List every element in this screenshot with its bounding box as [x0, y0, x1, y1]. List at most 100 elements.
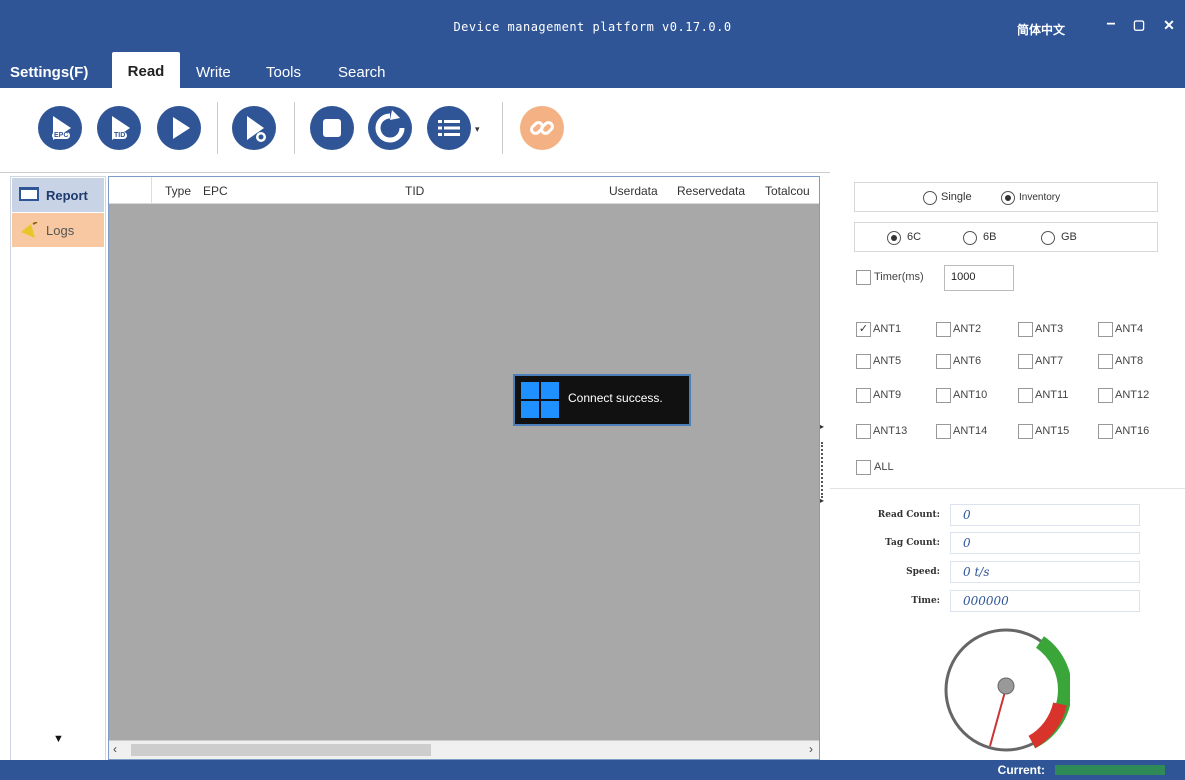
- menu-settings[interactable]: Settings(F): [10, 64, 88, 81]
- radio-gb-label: GB: [1061, 231, 1077, 243]
- splitter-arrow-icon[interactable]: ▸: [820, 496, 824, 505]
- col-totalcount[interactable]: Totalcou: [765, 184, 810, 198]
- col-userdata[interactable]: Userdata: [609, 184, 658, 198]
- antenna-checkbox-ant16[interactable]: [1098, 424, 1113, 439]
- radio-inventory[interactable]: [1001, 191, 1015, 205]
- timer-checkbox[interactable]: [856, 270, 871, 285]
- antenna-label: ANT2: [953, 323, 982, 335]
- epc-label: EPC: [52, 132, 71, 139]
- splitter-arrow-icon[interactable]: ▸: [820, 422, 824, 431]
- antenna-checkbox-ant11[interactable]: [1018, 388, 1033, 403]
- antenna-label: ANT15: [1035, 425, 1070, 437]
- read-count-text: 0: [963, 508, 971, 522]
- refresh-button[interactable]: [368, 106, 412, 150]
- stop-icon: [323, 119, 341, 137]
- antenna-label: ANT10: [953, 389, 988, 401]
- speed-gauge: [944, 628, 1070, 752]
- antenna-checkbox-ant7[interactable]: [1018, 354, 1033, 369]
- tab-search[interactable]: Search: [338, 64, 386, 81]
- link-icon: [530, 121, 554, 135]
- tab-tools[interactable]: Tools: [266, 64, 301, 81]
- stop-button[interactable]: [310, 106, 354, 150]
- play-icon: [112, 116, 130, 140]
- timer-input[interactable]: 1000: [944, 265, 1014, 291]
- read-count-value: 0: [950, 504, 1140, 526]
- start-read-button[interactable]: [157, 106, 201, 150]
- maximize-button[interactable]: ▢: [1128, 14, 1150, 36]
- col-epc[interactable]: EPC: [203, 184, 228, 198]
- col-reservedata[interactable]: Reservedata: [677, 184, 745, 198]
- read-tid-button[interactable]: TID: [97, 106, 141, 150]
- radio-single-label: Single: [941, 191, 972, 203]
- protocol-group: 6C 6B GB: [854, 222, 1158, 252]
- read-count-label: Read Count:: [877, 510, 940, 520]
- radio-6b[interactable]: [963, 231, 977, 245]
- antenna-checkbox-ant5[interactable]: [856, 354, 871, 369]
- antenna-checkbox-ant4[interactable]: [1098, 322, 1113, 337]
- antenna-checkbox-ant8[interactable]: [1098, 354, 1113, 369]
- toolbar: EPC TID ▾: [0, 88, 1185, 173]
- time-text: 000000: [963, 594, 1009, 608]
- tab-read[interactable]: Read: [112, 52, 180, 88]
- antenna-label: ANT11: [1035, 389, 1069, 401]
- close-button[interactable]: ✕: [1158, 14, 1180, 36]
- connect-toast: Connect success.: [513, 374, 691, 426]
- scroll-left-arrow-icon[interactable]: ‹: [113, 742, 117, 756]
- dropdown-arrow-icon[interactable]: ▾: [475, 124, 480, 135]
- antenna-label: ANT3: [1035, 323, 1064, 335]
- grid-header: Type EPC TID Userdata Reservedata Totalc…: [109, 177, 819, 204]
- col-type[interactable]: Type: [165, 184, 191, 198]
- nav-logs[interactable]: Logs: [12, 213, 104, 247]
- antenna-checkbox-ant10[interactable]: [936, 388, 951, 403]
- mode-group: Single Inventory: [854, 182, 1158, 212]
- right-settings-panel: Single Inventory 6C 6B GB Timer(ms) 1000…: [830, 170, 1185, 760]
- left-nav-panel: Report Logs ▼: [10, 176, 106, 762]
- antenna-checkbox-ant9[interactable]: [856, 388, 871, 403]
- antenna-checkbox-ant6[interactable]: [936, 354, 951, 369]
- status-current-label: Current:: [997, 763, 1045, 777]
- scrollbar-thumb[interactable]: [131, 744, 431, 756]
- nav-more-arrow[interactable]: ▼: [53, 733, 64, 745]
- read-epc-button[interactable]: EPC: [38, 106, 82, 150]
- data-grid[interactable]: Type EPC TID Userdata Reservedata Totalc…: [108, 176, 820, 760]
- antenna-label: ANT9: [873, 389, 902, 401]
- panel-splitter[interactable]: ▸ ▸: [818, 176, 830, 758]
- antenna-checkbox-ant1[interactable]: ✓: [856, 322, 871, 337]
- toolbar-separator: [502, 102, 503, 154]
- radio-6c-label: 6C: [907, 231, 922, 243]
- speed-text: 0 t/s: [963, 565, 990, 579]
- toolbar-separator: [294, 102, 295, 154]
- antenna-checkbox-ant2[interactable]: [936, 322, 951, 337]
- speed-label: Speed:: [906, 567, 940, 577]
- radio-single[interactable]: [923, 191, 937, 205]
- antenna-checkbox-ant15[interactable]: [1018, 424, 1033, 439]
- play-icon: [53, 116, 71, 140]
- nav-report[interactable]: Report: [12, 178, 104, 212]
- tab-write[interactable]: Write: [196, 64, 231, 81]
- antenna-label: ANT13: [873, 425, 908, 437]
- antenna-label: ANT8: [1115, 355, 1144, 367]
- read-once-button[interactable]: [232, 106, 276, 150]
- antenna-checkbox-ant14[interactable]: [936, 424, 951, 439]
- radio-6c[interactable]: [887, 231, 901, 245]
- list-menu-button[interactable]: [427, 106, 471, 150]
- minimize-button[interactable]: −: [1100, 14, 1122, 36]
- radio-gb[interactable]: [1041, 231, 1055, 245]
- connect-link-button[interactable]: [520, 106, 564, 150]
- antenna-checkbox-ant3[interactable]: [1018, 322, 1033, 337]
- tag-count-text: 0: [963, 536, 971, 550]
- scroll-right-arrow-icon[interactable]: ›: [809, 742, 813, 756]
- antenna-checkbox-ant13[interactable]: [856, 424, 871, 439]
- play-once-icon: [247, 116, 266, 142]
- antenna-label: ANT4: [1115, 323, 1144, 335]
- logs-icon: [21, 222, 38, 238]
- antenna-label: ANT6: [953, 355, 982, 367]
- all-antenna-checkbox[interactable]: [856, 460, 871, 475]
- language-selector[interactable]: 简体中文: [1017, 21, 1065, 38]
- horizontal-scrollbar[interactable]: ‹ ›: [109, 740, 819, 759]
- antenna-label: ANT7: [1035, 355, 1064, 367]
- col-tid[interactable]: TID: [405, 184, 424, 198]
- antenna-checkbox-ant12[interactable]: [1098, 388, 1113, 403]
- tag-count-value: 0: [950, 532, 1140, 554]
- window-title: Device management platform v0.17.0.0: [453, 20, 732, 34]
